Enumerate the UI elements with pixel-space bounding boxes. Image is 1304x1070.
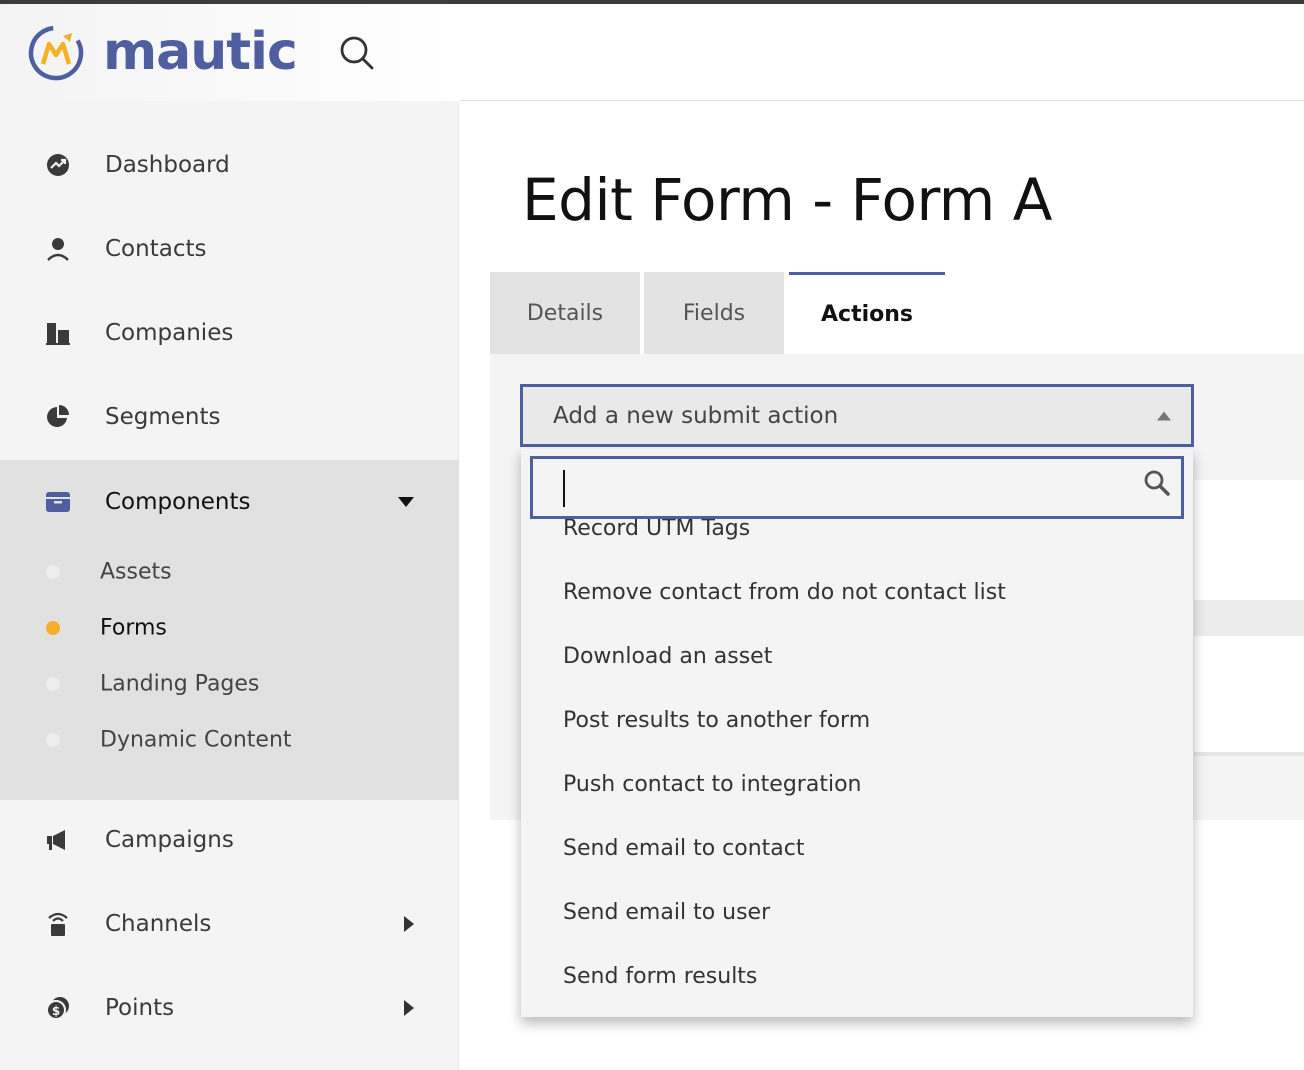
sidebar-item-dashboard[interactable]: Dashboard <box>0 123 459 207</box>
panel-background-block <box>1194 480 1304 600</box>
dropdown-search-box <box>530 456 1184 519</box>
search-icon[interactable] <box>338 34 376 72</box>
top-header: mautic <box>0 4 1304 101</box>
sidebar-item-points[interactable]: $ Points <box>0 966 459 1050</box>
megaphone-icon <box>44 826 72 854</box>
text-cursor <box>563 470 565 507</box>
sidebar: Dashboard Contacts Companies Segments Co… <box>0 101 459 1070</box>
tab-fields[interactable]: Fields <box>644 272 784 354</box>
mautic-logo-icon[interactable] <box>27 24 85 82</box>
sidebar-subitem-dynamic-content[interactable]: Dynamic Content <box>0 712 459 768</box>
bullet-dot-icon <box>46 565 60 579</box>
dropdown-option[interactable]: Remove contact from do not contact list <box>563 573 1006 613</box>
panel-divider <box>1194 600 1304 636</box>
chevron-right-icon[interactable] <box>404 916 414 932</box>
chevron-down-icon[interactable] <box>398 497 414 507</box>
sidebar-item-label: Dashboard <box>105 152 230 178</box>
sidebar-item-label: Campaigns <box>105 827 234 853</box>
submit-action-dropdown: Record UTM Tags Remove contact from do n… <box>521 449 1193 1017</box>
dropdown-search-input[interactable] <box>533 459 1133 516</box>
sidebar-item-label: Channels <box>105 911 212 937</box>
svg-text:$: $ <box>52 1004 60 1018</box>
sidebar-item-contacts[interactable]: Contacts <box>0 207 459 291</box>
dropdown-option[interactable]: Send email to user <box>563 893 770 933</box>
dropdown-option[interactable]: Send form results <box>563 957 757 997</box>
sidebar-subitem-assets[interactable]: Assets <box>0 544 459 600</box>
channels-icon <box>44 910 72 938</box>
dropdown-option[interactable]: Post results to another form <box>563 701 870 741</box>
sidebar-item-label: Segments <box>105 404 221 430</box>
dashboard-icon <box>44 151 72 179</box>
dropdown-option[interactable]: Push contact to integration <box>563 765 861 805</box>
panel-background-block <box>1194 636 1304 752</box>
bullet-dot-icon <box>46 733 60 747</box>
sidebar-item-label: Companies <box>105 320 234 346</box>
dropdown-option[interactable]: Send email to contact <box>563 829 804 869</box>
select-value: Add a new submit action <box>553 402 839 429</box>
page-title: Edit Form - Form A <box>522 166 1052 234</box>
building-icon <box>44 319 72 347</box>
active-dot-icon <box>46 621 60 635</box>
logo-text: mautic <box>103 22 298 82</box>
sidebar-subitem-label: Dynamic Content <box>100 727 292 753</box>
submit-action-select[interactable]: Add a new submit action <box>520 384 1194 447</box>
panel-divider <box>1194 752 1304 756</box>
sidebar-item-segments[interactable]: Segments <box>0 375 459 459</box>
components-section: Components Assets Forms Landing Pages Dy… <box>0 460 459 800</box>
sidebar-item-companies[interactable]: Companies <box>0 291 459 375</box>
dropdown-option[interactable]: Download an asset <box>563 637 772 677</box>
sidebar-item-label: Components <box>105 489 251 515</box>
archive-icon <box>44 488 72 516</box>
sidebar-item-channels[interactable]: Channels <box>0 882 459 966</box>
search-icon <box>1144 470 1170 496</box>
sidebar-subitem-forms[interactable]: Forms <box>0 600 459 656</box>
sidebar-subitem-label: Landing Pages <box>100 671 260 697</box>
tab-actions[interactable]: Actions <box>789 272 945 354</box>
bullet-dot-icon <box>46 677 60 691</box>
sidebar-item-label: Points <box>105 995 175 1021</box>
caret-up-icon <box>1157 411 1171 420</box>
sidebar-item-components[interactable]: Components <box>0 460 459 544</box>
sidebar-subitem-label: Forms <box>100 615 167 641</box>
sidebar-subitem-label: Assets <box>100 559 172 585</box>
user-icon <box>44 235 72 263</box>
pie-chart-icon <box>44 403 72 431</box>
sidebar-item-label: Contacts <box>105 236 207 262</box>
header-brand-area: mautic <box>0 4 460 101</box>
tab-details[interactable]: Details <box>490 272 640 354</box>
sidebar-subitem-landing-pages[interactable]: Landing Pages <box>0 656 459 712</box>
sidebar-item-campaigns[interactable]: Campaigns <box>0 798 459 882</box>
coins-icon: $ <box>44 994 72 1022</box>
chevron-right-icon[interactable] <box>404 1000 414 1016</box>
